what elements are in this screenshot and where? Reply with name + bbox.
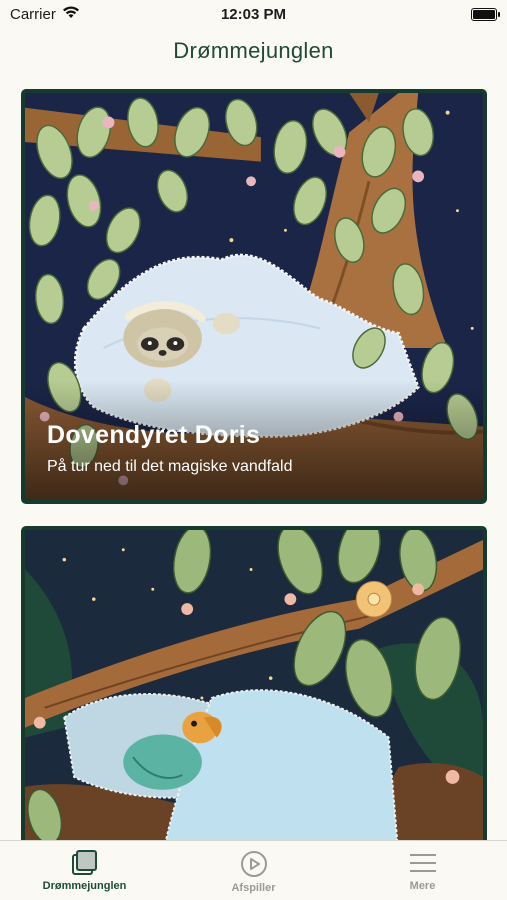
story-card-sloth[interactable]: Dovendyret Doris På tur ned til det magi… — [21, 89, 487, 504]
tab-afspiller[interactable]: Afspiller — [169, 841, 338, 900]
story-card-overlay: Dovendyret Doris På tur ned til det magi… — [25, 380, 483, 500]
story-card-parrot[interactable] — [21, 526, 487, 856]
play-circle-icon — [240, 851, 267, 877]
story-subtitle: På tur ned til det magiske vandfald — [47, 458, 293, 475]
tab-droemmejunglen[interactable]: Drømmejunglen — [0, 841, 169, 900]
battery-icon — [471, 8, 500, 21]
story-title: Dovendyret Doris — [47, 421, 261, 449]
status-time: 12:03 PM — [220, 6, 287, 23]
tab-label: Drømmejunglen — [42, 880, 127, 892]
menu-icon — [409, 854, 436, 872]
story-illustration-parrot — [25, 530, 483, 856]
tab-bar: Drømmejunglen Afspiller Mere — [0, 840, 507, 900]
tab-mere[interactable]: Mere — [338, 841, 507, 900]
tab-label: Mere — [409, 880, 436, 892]
tab-label: Afspiller — [231, 882, 276, 894]
page-title: Drømmejunglen — [173, 38, 334, 63]
library-icon — [71, 850, 97, 875]
status-bar: Carrier 12:03 PM — [0, 0, 507, 30]
